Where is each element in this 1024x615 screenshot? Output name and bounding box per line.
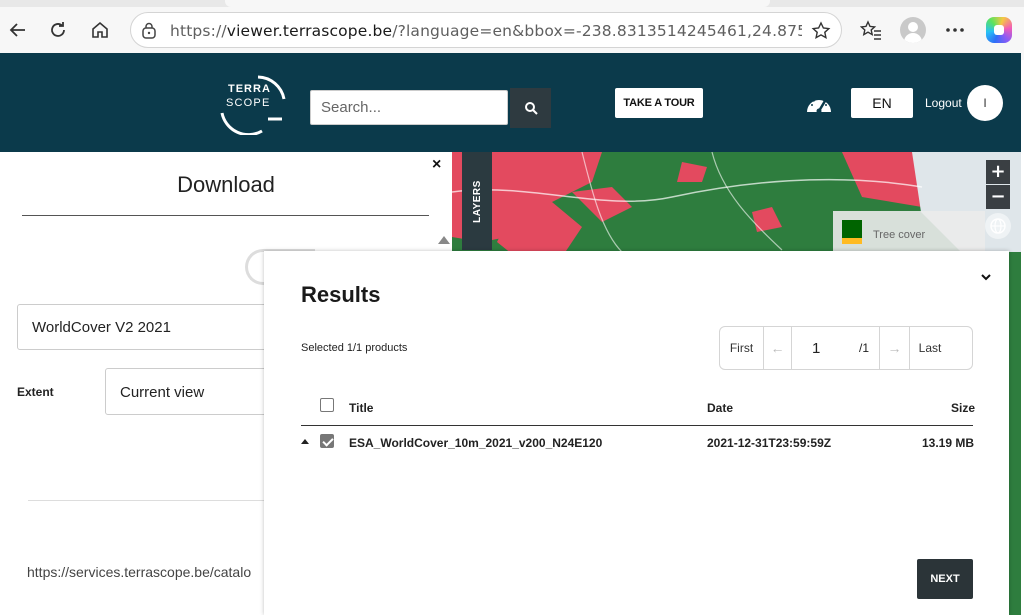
row-expand-icon[interactable] <box>301 439 309 444</box>
address-bar[interactable]: https://viewer.terrascope.be/?language=e… <box>130 12 842 48</box>
site-info-icon[interactable] <box>140 22 158 40</box>
user-avatar[interactable]: I <box>967 85 1003 121</box>
zoom-in-button[interactable]: + <box>986 160 1010 184</box>
previous-page-icon[interactable]: ← <box>764 327 792 369</box>
next-button[interactable]: NEXT <box>917 559 973 599</box>
globe-icon[interactable] <box>985 213 1011 239</box>
copilot-icon[interactable] <box>986 17 1012 43</box>
select-all-checkbox[interactable] <box>320 398 334 412</box>
first-page-button[interactable]: First <box>720 327 764 369</box>
search-icon <box>524 102 538 115</box>
section-divider <box>28 500 266 501</box>
favorites-icon[interactable] <box>860 19 882 41</box>
table-header-divider <box>301 425 973 426</box>
browser-chrome: https://viewer.terrascope.be/?language=e… <box>0 0 1024 60</box>
scroll-up-arrow-icon[interactable] <box>438 236 450 244</box>
take-a-tour-button[interactable]: TAKE A TOUR <box>615 88 703 118</box>
next-page-icon[interactable]: → <box>880 327 910 369</box>
product-select[interactable]: WorldCover V2 2021 <box>17 304 277 350</box>
language-button[interactable]: EN <box>851 88 913 118</box>
page-number-input[interactable]: 1 /1 <box>792 327 880 369</box>
catalog-url[interactable]: https://services.terrascope.be/catalo <box>27 564 264 580</box>
row-date: 2021-12-31T23:59:59Z <box>707 436 832 450</box>
title-divider <box>22 215 429 216</box>
back-arrow-icon[interactable] <box>4 16 32 44</box>
map-legend: Tree cover <box>833 211 985 251</box>
layers-tab[interactable]: LAYERS <box>462 152 492 250</box>
extent-label: Extent <box>17 385 54 399</box>
logo-terra-text: TERRA <box>228 83 271 95</box>
more-options-icon[interactable] <box>945 27 965 33</box>
extent-select[interactable]: Current view <box>105 368 275 415</box>
row-title: ESA_WorldCover_10m_2021_v200_N24E120 <box>349 436 603 450</box>
active-tab[interactable] <box>225 0 770 7</box>
results-panel: Results Selected 1/1 products First ← 1 … <box>264 251 1009 615</box>
legend-label: Tree cover <box>873 229 926 241</box>
zoom-out-button[interactable]: − <box>986 185 1010 209</box>
close-icon[interactable]: × <box>432 156 441 174</box>
column-header-date[interactable]: Date <box>707 401 733 415</box>
tree-cover-swatch <box>842 220 862 244</box>
selected-count: Selected 1/1 products <box>301 342 408 354</box>
home-icon[interactable] <box>86 16 114 44</box>
column-header-size[interactable]: Size <box>951 401 975 415</box>
pagination: First ← 1 /1 → Last <box>719 326 973 370</box>
search-input[interactable] <box>310 90 508 125</box>
download-title: Download <box>177 172 275 197</box>
site-header: TERRA SCOPE TAKE A TOUR EN Logout I <box>0 53 1021 152</box>
row-size: 13.19 MB <box>922 436 975 450</box>
chevron-down-icon[interactable] <box>980 271 992 283</box>
logout-link[interactable]: Logout <box>925 96 962 110</box>
terrascope-logo[interactable]: TERRA SCOPE <box>218 73 290 135</box>
favorite-star-icon[interactable] <box>811 21 831 41</box>
dashboard-gauge-icon[interactable] <box>804 91 834 115</box>
tab-strip <box>0 0 1024 7</box>
refresh-icon[interactable] <box>44 16 72 44</box>
browser-profile-icon[interactable] <box>900 17 926 43</box>
column-header-title[interactable]: Title <box>349 401 373 415</box>
results-title: Results <box>301 282 381 307</box>
row-checkbox[interactable] <box>320 434 334 448</box>
logo-scope-text: SCOPE <box>226 97 271 109</box>
search-button[interactable] <box>510 88 551 128</box>
last-page-button[interactable]: Last <box>910 327 950 369</box>
url-text[interactable]: https://viewer.terrascope.be/?language=e… <box>170 22 802 40</box>
